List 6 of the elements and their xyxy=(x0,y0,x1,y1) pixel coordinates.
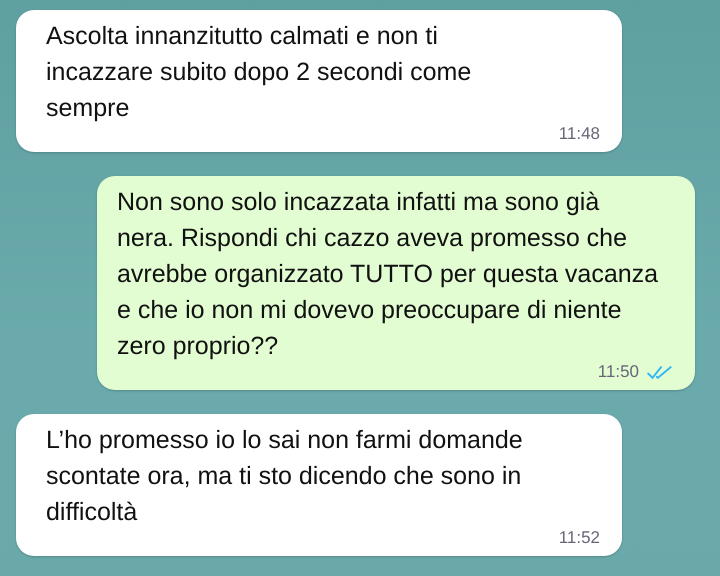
message-time: 11:52 xyxy=(558,528,600,548)
message-time: 11:50 xyxy=(598,362,639,382)
message-time: 11:48 xyxy=(558,124,600,144)
message-text: Ascolta innanzitutto calmati e non ti incazzare subito dopo 2 secondi come sempre xyxy=(46,21,472,124)
message-text: L’ho promesso io lo sai non farmi domande scontate ora, ma ti sto dicendo che sono in difficoltà xyxy=(46,425,524,528)
message-text: Non sono solo incazzata infatti ma sono già nera. Rispondi chi cazzo aveva promesso che avrebbe organizzato TUTTO per questa vacanza e che io non mi dovevo preoccupare di niente zero proprio?? xyxy=(117,187,660,362)
